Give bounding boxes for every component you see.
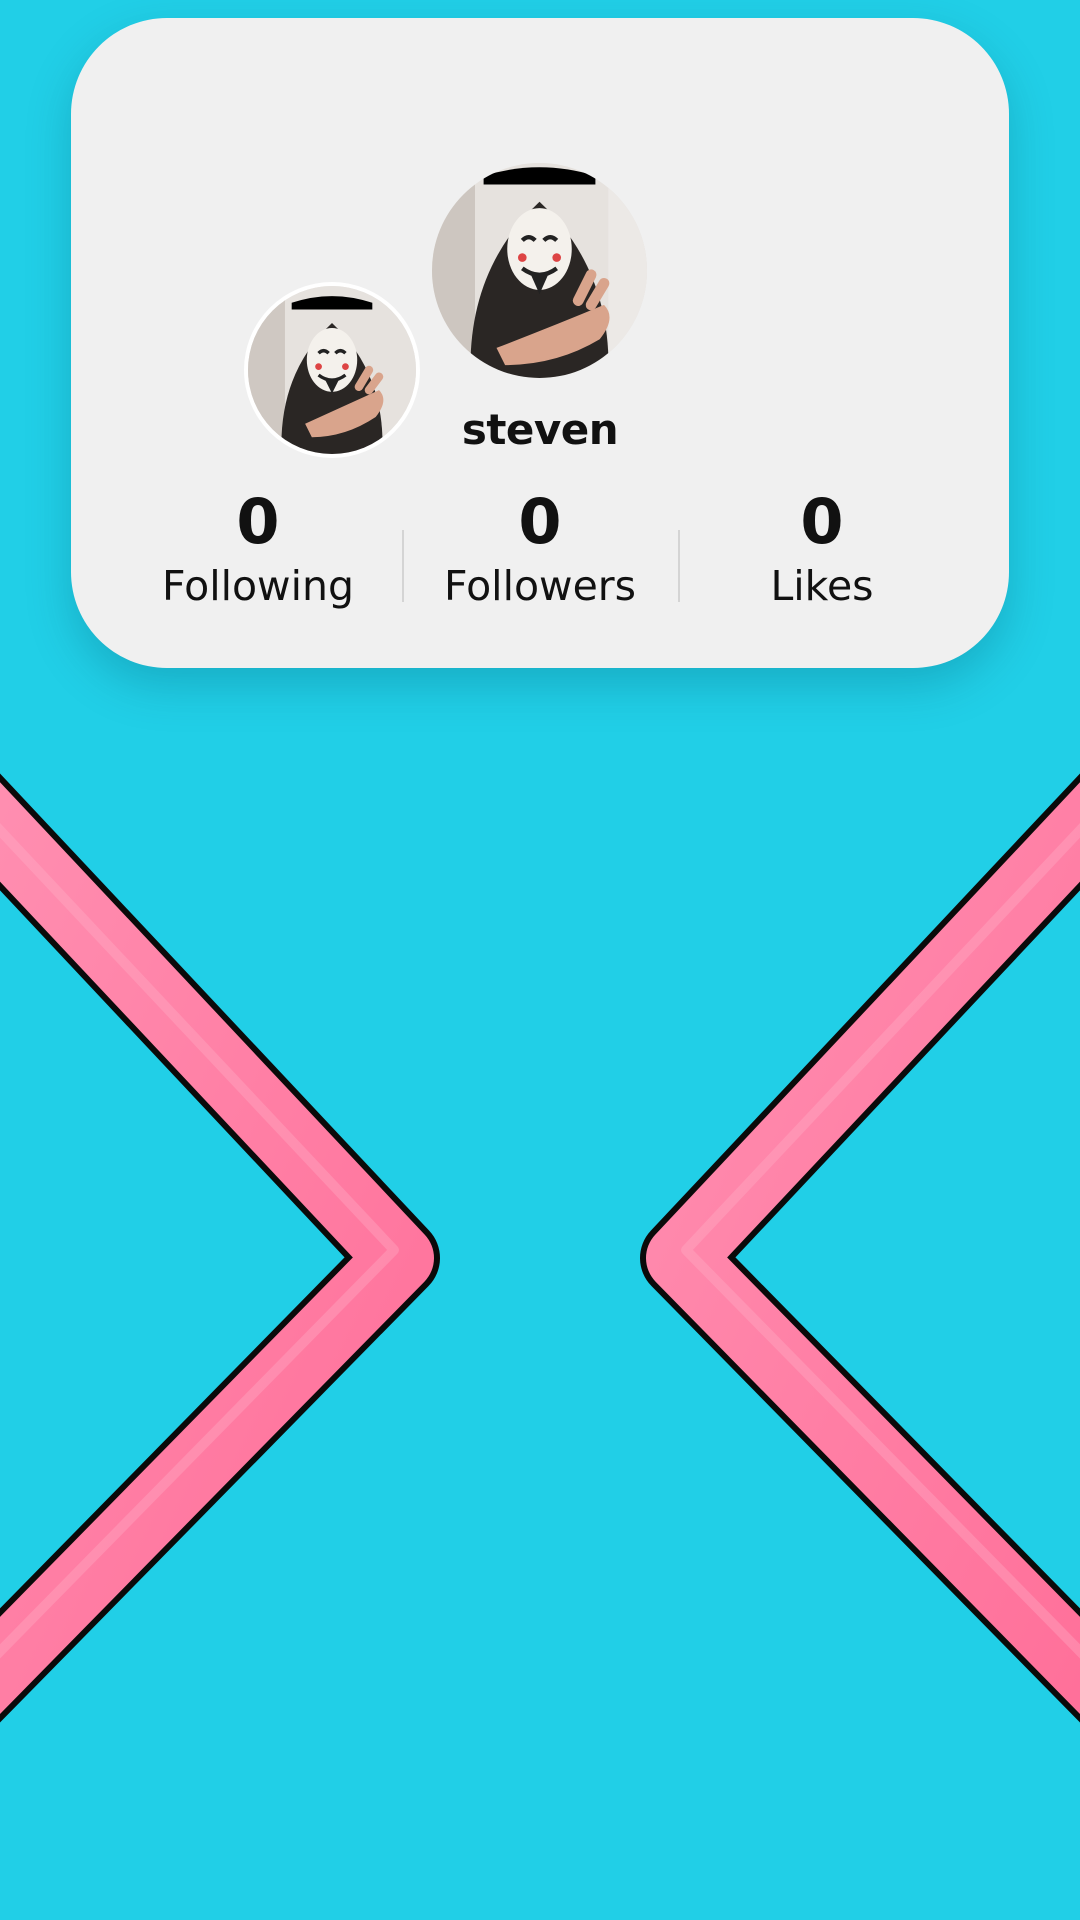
- right-chevron-shape: [640, 773, 1080, 1723]
- likes-label: Likes: [770, 562, 874, 611]
- stat-divider: [678, 530, 680, 602]
- left-chevron-shape: [0, 773, 440, 1723]
- following-count: 0: [236, 485, 280, 558]
- following-label: Following: [161, 562, 354, 611]
- profile-card: steven 0 Following 0 Followers 0 Likes: [71, 18, 1009, 668]
- profile-avatar[interactable]: [432, 163, 647, 378]
- masked-person-icon: [432, 163, 647, 378]
- followers-stat[interactable]: 0 Followers: [420, 486, 660, 610]
- likes-stat[interactable]: 0 Likes: [702, 486, 942, 610]
- stat-divider: [402, 530, 404, 602]
- followers-label: Followers: [443, 562, 637, 611]
- followers-count: 0: [518, 485, 562, 558]
- username: steven: [461, 405, 619, 454]
- likes-count: 0: [800, 485, 844, 558]
- following-stat[interactable]: 0 Following: [138, 486, 378, 610]
